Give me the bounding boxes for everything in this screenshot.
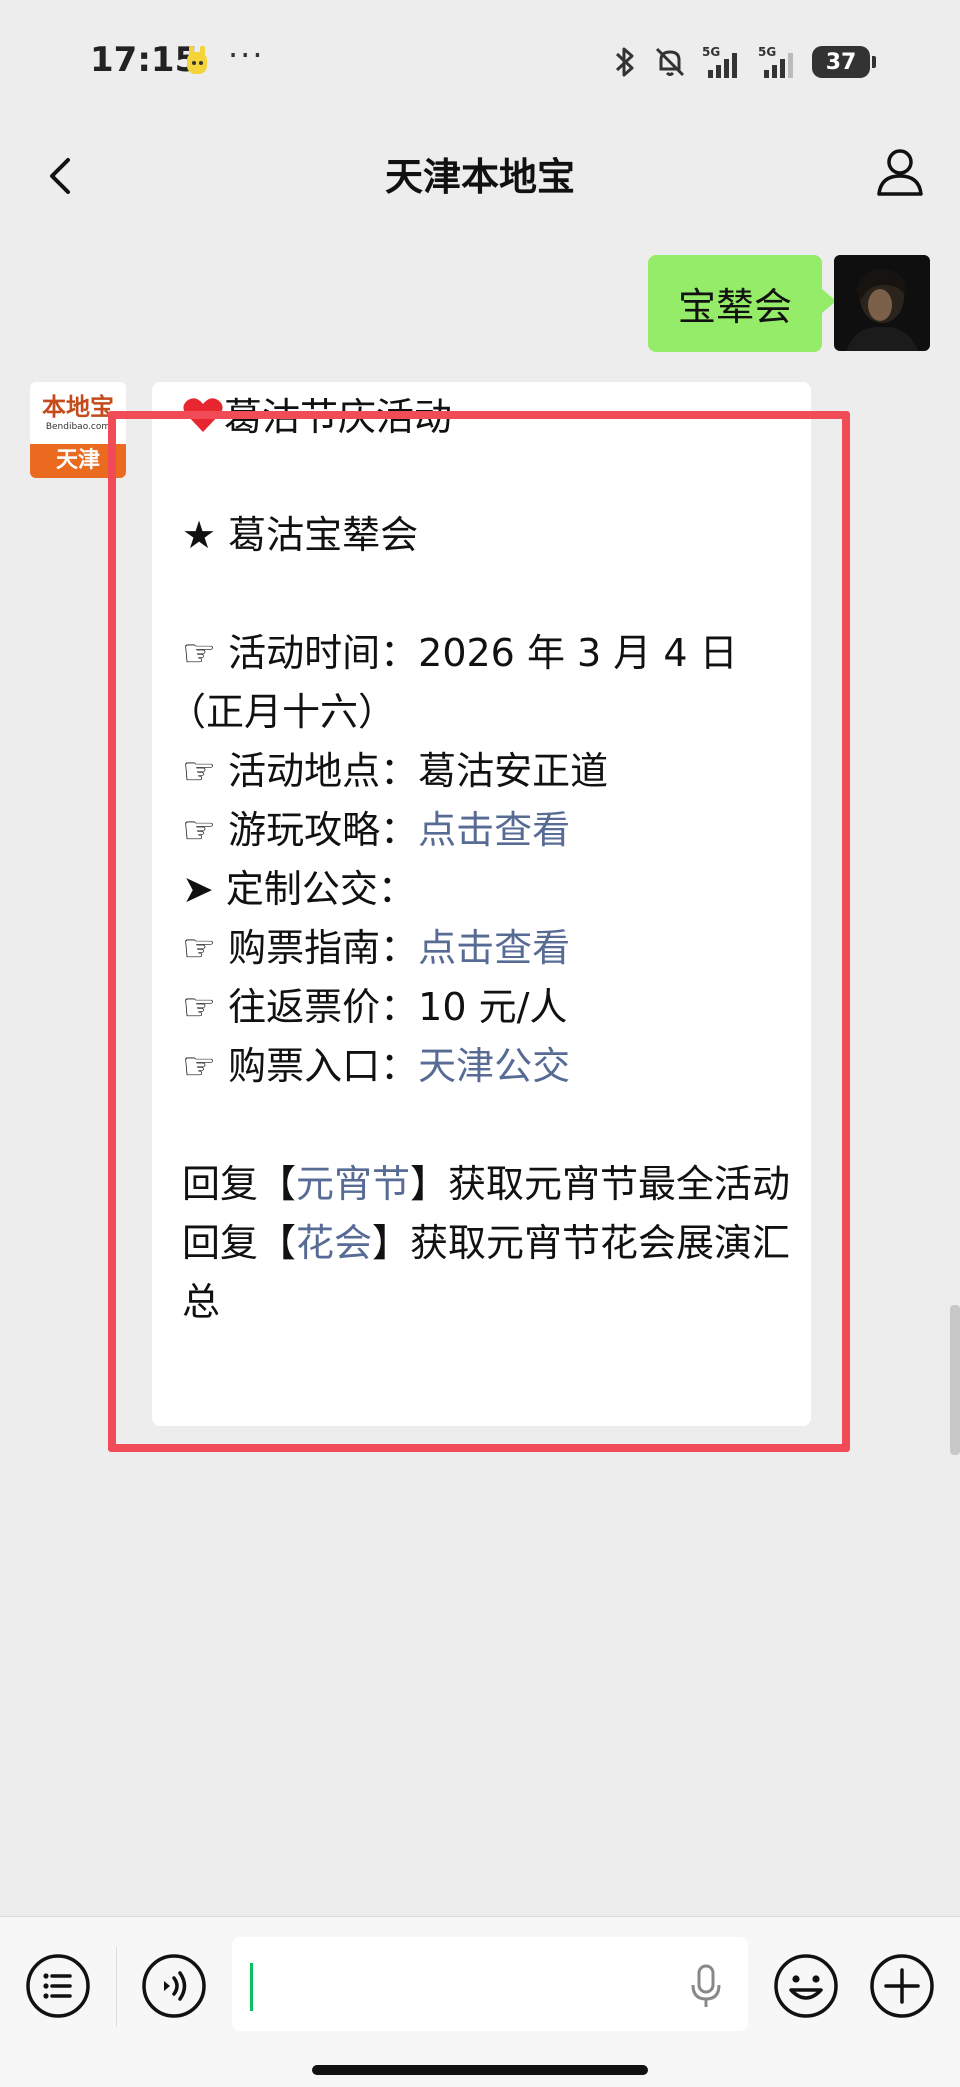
- bluetooth-icon: [615, 47, 634, 77]
- add-icon[interactable]: [868, 1952, 936, 2020]
- signal-5g-icon-2: 5G: [758, 45, 793, 78]
- chat-input-bar: [0, 1916, 960, 2087]
- scrollbar-thumb[interactable]: [950, 1305, 960, 1455]
- mute-icon: [655, 47, 685, 77]
- status-time: 17:15: [90, 40, 199, 80]
- text-caret: [250, 1963, 253, 2011]
- chat-header: 天津本地宝: [0, 120, 960, 230]
- avatar-logo-url: Bendibao.com: [45, 421, 111, 432]
- voice-input-icon[interactable]: [140, 1952, 208, 2020]
- status-indicators: 5G 5G 37: [610, 38, 876, 86]
- battery-indicator: 37: [812, 46, 876, 78]
- profile-icon[interactable]: [870, 142, 930, 202]
- chat-title: 天津本地宝: [384, 155, 575, 199]
- emoji-icon[interactable]: [772, 1952, 840, 2020]
- status-bar: 17:15 ··· 5G 5G 37: [0, 0, 960, 120]
- input-divider: [116, 1947, 117, 2027]
- message-input[interactable]: [232, 1937, 748, 2031]
- signal-5g-icon-1: 5G: [702, 45, 737, 78]
- more-notifications-icon: ···: [228, 36, 265, 74]
- menu-icon[interactable]: [24, 1952, 92, 2020]
- svg-text:5G: 5G: [702, 45, 720, 59]
- avatar-photo-icon: [834, 255, 930, 351]
- outgoing-message-text: 宝辇会: [677, 285, 792, 329]
- highlight-annotation: [108, 411, 850, 1452]
- home-indicator[interactable]: [312, 2065, 648, 2075]
- outgoing-message-bubble[interactable]: 宝辇会: [647, 255, 837, 352]
- my-avatar[interactable]: [834, 255, 930, 351]
- app-notification-icon: [187, 46, 207, 74]
- svg-text:5G: 5G: [758, 45, 776, 59]
- microphone-icon[interactable]: [686, 1963, 726, 2009]
- avatar-logo-text: 本地宝: [42, 392, 114, 421]
